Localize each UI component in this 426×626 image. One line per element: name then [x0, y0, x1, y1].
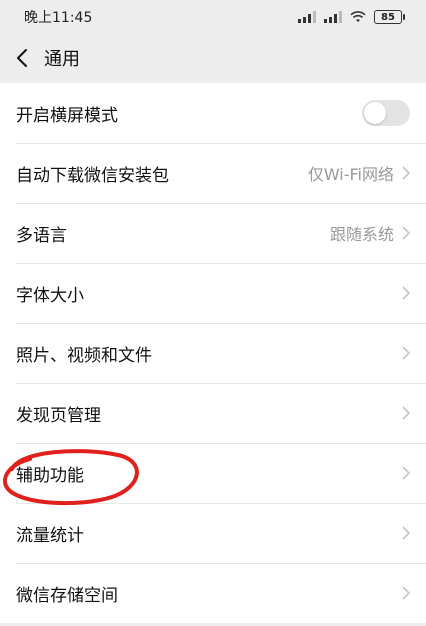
row-accessibility[interactable]: 辅助功能 — [0, 443, 426, 503]
toggle-knob — [364, 102, 386, 124]
chevron-right-icon — [402, 466, 410, 480]
page-title: 通用 — [44, 49, 80, 70]
row-discover-manage[interactable]: 发现页管理 — [0, 383, 426, 443]
row-label: 自动下载微信安装包 — [16, 165, 169, 186]
chevron-right-icon — [402, 226, 410, 240]
chevron-right-icon — [402, 586, 410, 600]
chevron-right-icon — [402, 406, 410, 420]
nav-bar: 通用 — [0, 34, 426, 82]
settings-list: 开启横屏模式 自动下载微信安装包 仅Wi-Fi网络 多语言 跟随系统 字体大小 … — [0, 83, 426, 623]
chevron-left-icon — [17, 49, 27, 67]
row-landscape-mode: 开启横屏模式 — [0, 83, 426, 143]
row-label: 辅助功能 — [16, 465, 84, 486]
row-data-usage[interactable]: 流量统计 — [0, 503, 426, 563]
row-label: 字体大小 — [16, 285, 84, 306]
status-icons: 85 — [298, 10, 405, 24]
row-value: 仅Wi-Fi网络 — [307, 165, 394, 184]
row-label: 照片、视频和文件 — [16, 345, 152, 366]
status-time: 晚上11:45 — [24, 10, 93, 26]
wifi-icon — [350, 11, 366, 22]
landscape-toggle[interactable] — [362, 100, 410, 126]
chevron-right-icon — [402, 286, 410, 300]
row-label: 微信存储空间 — [16, 585, 118, 606]
chevron-right-icon — [402, 346, 410, 360]
battery-icon: 85 — [374, 10, 405, 24]
cell-signal-icon — [298, 11, 316, 23]
row-auto-download[interactable]: 自动下载微信安装包 仅Wi-Fi网络 — [0, 143, 426, 203]
status-bar: 晚上11:45 85 — [0, 0, 426, 34]
row-label: 流量统计 — [16, 525, 84, 546]
row-label: 开启横屏模式 — [16, 105, 118, 126]
chevron-right-icon — [402, 166, 410, 180]
row-font-size[interactable]: 字体大小 — [0, 263, 426, 323]
back-button[interactable] — [4, 34, 40, 82]
row-label: 发现页管理 — [16, 405, 101, 426]
row-value: 跟随系统 — [329, 225, 394, 244]
row-storage[interactable]: 微信存储空间 — [0, 563, 426, 623]
chevron-right-icon — [402, 526, 410, 540]
cell-signal-2-icon — [324, 11, 342, 23]
row-language[interactable]: 多语言 跟随系统 — [0, 203, 426, 263]
row-media-files[interactable]: 照片、视频和文件 — [0, 323, 426, 383]
row-label: 多语言 — [16, 225, 67, 246]
